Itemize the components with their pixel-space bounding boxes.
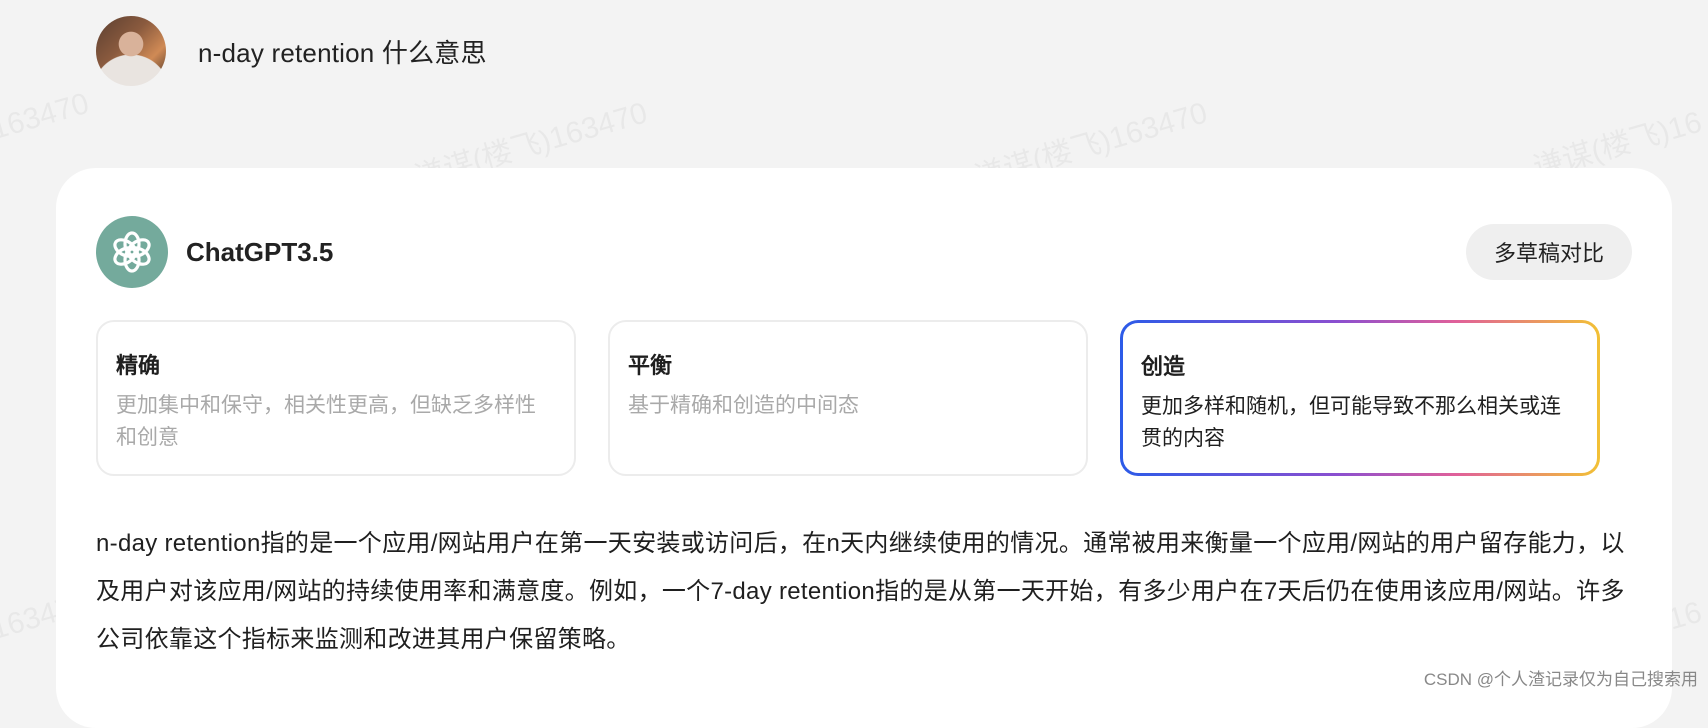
footer-credit: CSDN @个人渣记录仅为自己搜索用 [1423,670,1698,689]
mode-option-creative[interactable]: 创造 更加多样和随机，但可能导致不那么相关或连贯的内容 [1120,320,1600,476]
bot-header: ChatGPT3.5 [96,216,333,288]
user-message: n-day retention 什么意思 [96,16,487,86]
openai-logo-icon-svg [113,231,151,273]
mode-title: 创造 [1141,354,1186,379]
mode-option-precise[interactable]: 精确 更加集中和保守，相关性更高，但缺乏多样性和创意 [96,320,576,476]
mode-option-balanced[interactable]: 平衡 基于精确和创造的中间态 [608,320,1088,476]
mode-title: 平衡 [628,353,673,378]
openai-logo-icon [96,216,168,288]
watermark-text: 163470 [0,87,93,147]
mode-description: 基于精确和创造的中间态 [628,394,859,417]
mode-description: 更加集中和保守，相关性更高，但缺乏多样性和创意 [116,394,536,449]
mode-description: 更加多样和随机，但可能导致不那么相关或连贯的内容 [1141,395,1561,450]
mode-selector: 精确 更加集中和保守，相关性更高，但缺乏多样性和创意 平衡 基于精确和创造的中间… [96,320,1600,476]
response-card: ChatGPT3.5 多草稿对比 精确 更加集中和保守，相关性更高，但缺乏多样性… [56,168,1672,728]
user-question-text: n-day retention 什么意思 [198,37,487,68]
multi-draft-compare-button[interactable]: 多草稿对比 [1465,224,1632,280]
bot-name: ChatGPT3.5 [186,236,334,267]
answer-text: n-day retention指的是一个应用/网站用户在第一天安装或访问后，在n… [96,530,1625,653]
user-avatar [96,16,166,86]
mode-title: 精确 [116,353,161,378]
